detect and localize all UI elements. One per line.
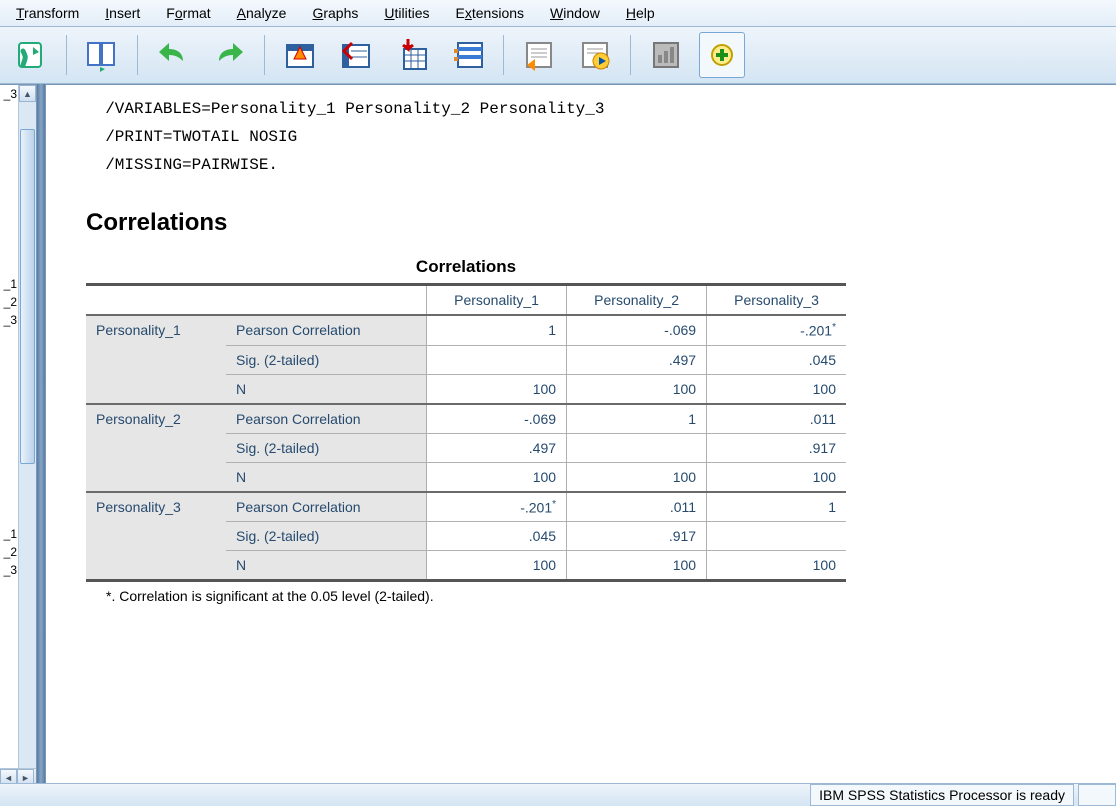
- print-preview-icon[interactable]: [79, 32, 125, 78]
- outline-item[interactable]: _3: [0, 85, 17, 103]
- correlations-table: Personality_1 Personality_2 Personality_…: [86, 283, 846, 582]
- row-stat: N: [226, 551, 427, 581]
- table-cell: 100: [427, 551, 567, 581]
- goto-case-icon[interactable]: [277, 32, 323, 78]
- table-footnote: *. Correlation is significant at the 0.0…: [106, 588, 1096, 604]
- table-cell: -.201*: [427, 492, 567, 522]
- table-cell: [707, 522, 846, 551]
- table-cell: 1: [427, 315, 567, 345]
- menu-graphs[interactable]: Graphs: [300, 2, 370, 24]
- table-cell: .011: [567, 492, 707, 522]
- syntax-line: /VARIABLES=Personality_1 Personality_2 P…: [86, 95, 1096, 123]
- output-viewer[interactable]: /VARIABLES=Personality_1 Personality_2 P…: [45, 84, 1116, 786]
- syntax-line: /PRINT=TWOTAIL NOSIG: [86, 123, 1096, 151]
- row-stat: N: [226, 462, 427, 492]
- table-cell: .917: [707, 433, 846, 462]
- outline-item[interactable]: _3: [0, 561, 17, 579]
- table-cell: 1: [567, 404, 707, 434]
- table-cell: 100: [567, 551, 707, 581]
- open-data-document-icon[interactable]: [8, 32, 54, 78]
- outline-item[interactable]: _3: [0, 311, 17, 329]
- dialog-recall-icon[interactable]: [516, 32, 562, 78]
- table-cell: 100: [567, 374, 707, 404]
- table-cell: -.069: [567, 315, 707, 345]
- row-stat: Sig. (2-tailed): [226, 522, 427, 551]
- workspace: _3_1_2_3_1_2_3 ▲ ▼ ◄ ► /VARIABLES=Person…: [0, 84, 1116, 786]
- table-cell: 100: [707, 551, 846, 581]
- table-cell: 100: [427, 462, 567, 492]
- table-cell: .917: [567, 522, 707, 551]
- redo-icon[interactable]: [206, 32, 252, 78]
- col-header: Personality_3: [707, 285, 846, 316]
- table-cell: 100: [427, 374, 567, 404]
- menu-transform[interactable]: Transform: [4, 2, 91, 24]
- row-stat: Pearson Correlation: [226, 404, 427, 434]
- table-cell: .011: [707, 404, 846, 434]
- chart-builder-disabled-icon: [643, 32, 689, 78]
- undo-icon[interactable]: [150, 32, 196, 78]
- scrollbar-thumb[interactable]: [20, 129, 35, 465]
- status-bar: IBM SPSS Statistics Processor is ready: [0, 783, 1116, 806]
- menu-insert[interactable]: Insert: [93, 2, 152, 24]
- table-cell: [427, 345, 567, 374]
- select-cases-icon[interactable]: [445, 32, 491, 78]
- add-extension-icon[interactable]: [699, 32, 745, 78]
- menubar: TransformInsertFormatAnalyzeGraphsUtilit…: [0, 0, 1116, 27]
- outline-scrollbar[interactable]: ▲ ▼: [18, 85, 36, 786]
- status-processor: IBM SPSS Statistics Processor is ready: [810, 784, 1074, 806]
- menu-format[interactable]: Format: [154, 2, 222, 24]
- table-cell: 100: [567, 462, 707, 492]
- menu-help[interactable]: Help: [614, 2, 667, 24]
- table-cell: .497: [567, 345, 707, 374]
- row-var: Personality_2: [86, 404, 226, 492]
- syntax-line: /MISSING=PAIRWISE.: [86, 151, 1096, 179]
- table-cell: [567, 433, 707, 462]
- table-cell: .045: [427, 522, 567, 551]
- col-header: Personality_1: [427, 285, 567, 316]
- outline-item[interactable]: _2: [0, 293, 17, 311]
- table-cell: .045: [707, 345, 846, 374]
- toolbar: [0, 27, 1116, 84]
- row-var: Personality_3: [86, 492, 226, 581]
- row-stat: Pearson Correlation: [226, 315, 427, 345]
- outline-splitter[interactable]: [37, 84, 45, 786]
- run-pending-icon[interactable]: [572, 32, 618, 78]
- table-title: Correlations: [86, 257, 846, 277]
- menu-window[interactable]: Window: [538, 2, 612, 24]
- insert-data-icon[interactable]: [389, 32, 435, 78]
- outline-item[interactable]: _1: [0, 525, 17, 543]
- table-cell: 100: [707, 462, 846, 492]
- table-cell: 1: [707, 492, 846, 522]
- scroll-up-icon[interactable]: ▲: [19, 85, 36, 102]
- report-heading: Correlations: [86, 209, 1096, 237]
- menu-extensions[interactable]: Extensions: [444, 2, 537, 24]
- outline-pane[interactable]: _3_1_2_3_1_2_3 ▲ ▼ ◄ ►: [0, 84, 37, 786]
- table-cell: 100: [707, 374, 846, 404]
- col-header: Personality_2: [567, 285, 707, 316]
- table-cell: -.201*: [707, 315, 846, 345]
- menu-analyze[interactable]: Analyze: [225, 2, 299, 24]
- outline-item[interactable]: _1: [0, 275, 17, 293]
- goto-variable-icon[interactable]: [333, 32, 379, 78]
- row-stat: N: [226, 374, 427, 404]
- row-stat: Pearson Correlation: [226, 492, 427, 522]
- table-cell: -.069: [427, 404, 567, 434]
- menu-utilities[interactable]: Utilities: [372, 2, 441, 24]
- row-var: Personality_1: [86, 315, 226, 404]
- table-cell: .497: [427, 433, 567, 462]
- outline-item[interactable]: _2: [0, 543, 17, 561]
- row-stat: Sig. (2-tailed): [226, 433, 427, 462]
- status-extra: [1078, 784, 1116, 806]
- row-stat: Sig. (2-tailed): [226, 345, 427, 374]
